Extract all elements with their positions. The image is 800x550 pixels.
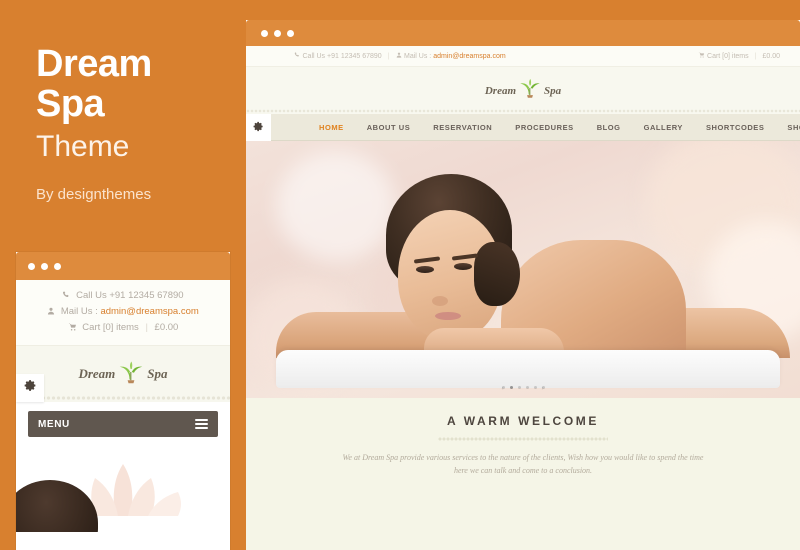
gear-icon bbox=[253, 119, 264, 137]
nav-item-gallery[interactable]: GALLERY bbox=[644, 123, 683, 132]
promo-author: By designthemes bbox=[36, 186, 152, 203]
hero-dot-4[interactable] bbox=[533, 386, 537, 389]
mobile-cart-label: Cart [0] items bbox=[82, 322, 139, 333]
mobile-logo-word-right: Spa bbox=[147, 366, 168, 381]
user-icon bbox=[47, 305, 55, 320]
hero-slider: ‹ › bbox=[246, 141, 800, 398]
window-dot-minimize-icon[interactable] bbox=[41, 262, 48, 270]
desktop-mail-label: Mail Us : bbox=[404, 52, 432, 60]
desktop-nav-bar: HOME ABOUT US RESERVATION PROCEDURES BLO… bbox=[246, 114, 800, 141]
window-dot-close-icon[interactable] bbox=[28, 262, 35, 270]
screenshot-stage: Dream Spa Theme By designthemes Call Us … bbox=[0, 0, 800, 550]
desktop-logo-area: Dream Spa bbox=[246, 67, 800, 114]
hero-dot-2[interactable] bbox=[517, 386, 521, 389]
welcome-body-text: We at Dream Spa provide various services… bbox=[342, 453, 704, 475]
desktop-cart-total: £0.00 bbox=[762, 52, 780, 60]
desktop-logo-word-left: Dream bbox=[484, 84, 517, 97]
promo-title-line1: Dream bbox=[36, 43, 152, 85]
nav-item-shop[interactable]: SHOP bbox=[787, 123, 800, 132]
hero-dot-3[interactable] bbox=[525, 386, 529, 389]
mobile-mail-label: Mail Us : bbox=[60, 306, 98, 317]
cart-icon bbox=[698, 52, 705, 60]
desktop-nav-items: HOME ABOUT US RESERVATION PROCEDURES BLO… bbox=[319, 123, 800, 132]
welcome-title: A WARM WELCOME bbox=[447, 414, 599, 428]
hero-slider-pagination: ‹ › bbox=[246, 386, 800, 392]
mobile-logo[interactable]: Dream Spa bbox=[78, 357, 168, 392]
mobile-preview-window: Call Us +91 12345 67890 Mail Us : admin@… bbox=[16, 252, 230, 550]
hamburger-icon[interactable] bbox=[195, 417, 208, 431]
mobile-mail-line: Mail Us : admin@dreamspa.com bbox=[16, 304, 230, 320]
gear-icon bbox=[24, 379, 37, 397]
window-dot-minimize-icon[interactable] bbox=[274, 29, 281, 37]
welcome-divider bbox=[438, 437, 608, 441]
welcome-section: A WARM WELCOME We at Dream Spa provide v… bbox=[246, 398, 800, 550]
desktop-topbar: Call Us +91 12345 67890 | Mail Us : admi… bbox=[246, 46, 800, 67]
phone-icon bbox=[294, 52, 300, 60]
mobile-settings-toggle[interactable] bbox=[16, 374, 44, 402]
mobile-logo-word-left: Dream bbox=[78, 366, 116, 381]
desktop-cart[interactable]: Cart [0] items | £0.00 bbox=[698, 52, 780, 60]
mobile-menu-bar[interactable]: MENU bbox=[28, 411, 218, 437]
desktop-settings-toggle[interactable] bbox=[246, 114, 271, 141]
phone-icon bbox=[62, 289, 70, 304]
plant-sprout-icon bbox=[517, 75, 543, 106]
promo-title: Dream Spa bbox=[36, 44, 236, 124]
hero-prev-arrow-icon[interactable]: ‹ bbox=[501, 386, 505, 392]
nav-item-home[interactable]: HOME bbox=[319, 123, 344, 132]
mobile-topbar: Call Us +91 12345 67890 Mail Us : admin@… bbox=[16, 280, 230, 346]
desktop-mail-address[interactable]: admin@dreamspa.com bbox=[433, 53, 505, 60]
mobile-hero-image bbox=[16, 446, 230, 532]
cart-icon bbox=[68, 321, 77, 336]
user-icon bbox=[396, 52, 402, 60]
mobile-mail-address[interactable]: admin@dreamspa.com bbox=[100, 306, 198, 317]
desktop-logo[interactable]: Dream Spa bbox=[485, 75, 561, 106]
mobile-cart-separator: | bbox=[145, 322, 148, 333]
window-dot-maximize-icon[interactable] bbox=[287, 29, 294, 37]
nav-item-shortcodes[interactable]: SHORTCODES bbox=[706, 123, 764, 132]
desktop-preview-window: Call Us +91 12345 67890 | Mail Us : admi… bbox=[246, 20, 800, 550]
mobile-logo-area: Dream Spa bbox=[16, 346, 230, 402]
mobile-cart-line[interactable]: Cart [0] items | £0.00 bbox=[16, 320, 230, 336]
desktop-browser-chrome bbox=[246, 20, 800, 46]
nav-item-about-us[interactable]: ABOUT US bbox=[367, 123, 411, 132]
desktop-cart-label: Cart [0] items bbox=[707, 52, 749, 60]
promo-block: Dream Spa Theme By designthemes bbox=[36, 44, 236, 203]
hero-next-arrow-icon[interactable]: › bbox=[541, 386, 545, 392]
window-dot-close-icon[interactable] bbox=[261, 29, 268, 37]
nav-item-reservation[interactable]: RESERVATION bbox=[433, 123, 492, 132]
mobile-phone-line: Call Us +91 12345 67890 bbox=[16, 288, 230, 304]
promo-title-line2: Spa bbox=[36, 83, 105, 125]
topbar-divider-2: | bbox=[754, 52, 757, 60]
hero-dot-1[interactable] bbox=[509, 386, 513, 389]
mobile-dotted-divider bbox=[16, 394, 230, 402]
mobile-browser-chrome bbox=[16, 252, 230, 280]
topbar-divider-1: | bbox=[387, 52, 390, 60]
mobile-phone-label: Call Us +91 12345 67890 bbox=[76, 290, 184, 301]
hero-model-photo bbox=[246, 141, 800, 398]
nav-item-procedures[interactable]: PROCEDURES bbox=[515, 123, 573, 132]
promo-subtitle: Theme bbox=[36, 130, 130, 163]
desktop-phone-label: Call Us +91 12345 67890 bbox=[302, 52, 382, 60]
mobile-cart-total: £0.00 bbox=[154, 322, 179, 333]
desktop-logo-word-right: Spa bbox=[544, 84, 562, 97]
plant-sprout-icon bbox=[116, 357, 146, 392]
nav-item-blog[interactable]: BLOG bbox=[597, 123, 621, 132]
mobile-menu-label: MENU bbox=[38, 418, 70, 430]
window-dot-maximize-icon[interactable] bbox=[54, 262, 61, 270]
